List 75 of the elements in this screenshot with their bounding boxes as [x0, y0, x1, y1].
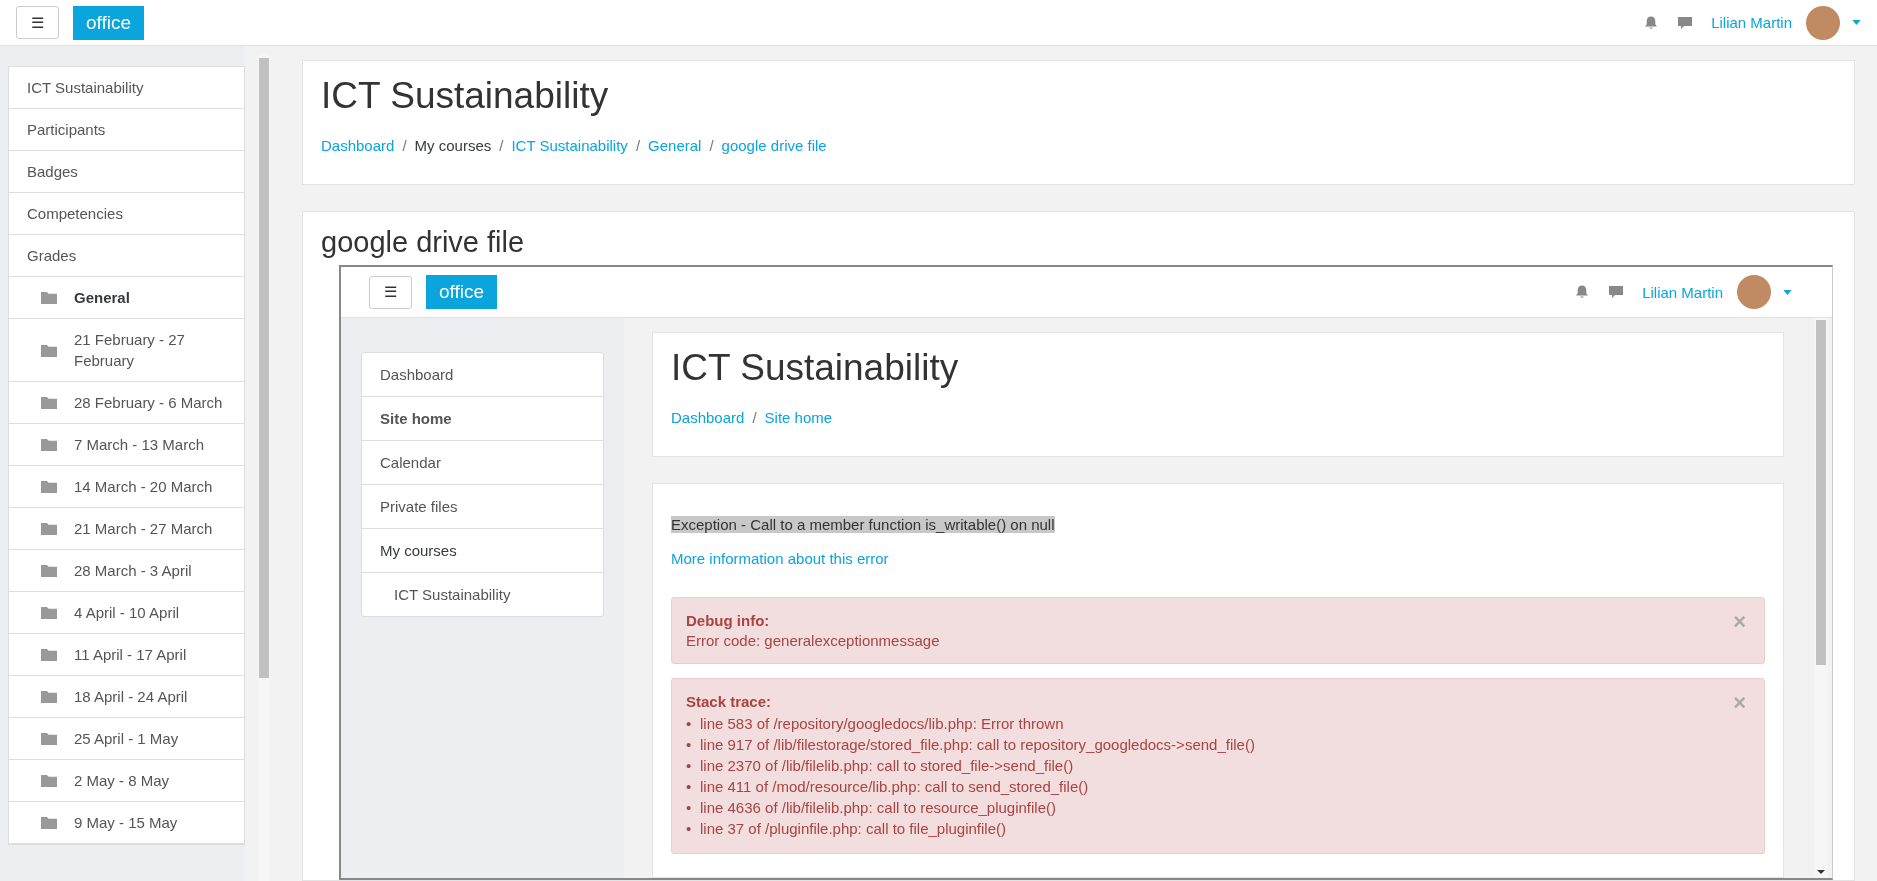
sidebar-item[interactable]: Participants [9, 109, 244, 151]
folder-icon [41, 291, 57, 304]
sidebar-item[interactable]: Dashboard [362, 353, 603, 397]
folder-icon [41, 480, 57, 493]
bell-icon[interactable] [1643, 14, 1660, 31]
chat-icon[interactable] [1677, 14, 1694, 31]
bullet: • [686, 819, 693, 839]
stack-trace-line: line 917 of /lib/filestorage/stored_file.php: call to repository_googledocs->send_file() [700, 736, 1255, 753]
sidebar-item[interactable]: 7 March - 13 March [9, 424, 244, 466]
folder-icon [41, 606, 57, 619]
sidebar-item[interactable]: 21 March - 27 March [9, 508, 244, 550]
caret-icon[interactable] [1783, 289, 1792, 295]
breadcrumb-separator: / [402, 137, 407, 154]
sidebar-item[interactable]: Badges [9, 151, 244, 193]
sidebar-item[interactable]: Calendar [362, 441, 603, 485]
caret-icon[interactable] [1852, 20, 1861, 25]
sidebar-item[interactable]: 4 April - 10 April [9, 592, 244, 634]
breadcrumb-separator: / [499, 137, 504, 154]
breadcrumb-separator: / [709, 137, 714, 154]
breadcrumb-separator: / [635, 137, 641, 154]
page-title: ICT Sustainability [671, 347, 960, 389]
sidebar-item[interactable]: Competencies [9, 193, 244, 235]
bell-icon[interactable] [1574, 284, 1591, 300]
folder-icon [41, 732, 57, 745]
folder-icon [41, 396, 57, 409]
sidebar-item[interactable]: 25 April - 1 May [9, 718, 244, 760]
folder-icon [41, 816, 57, 829]
bullet: • [686, 798, 693, 818]
breadcrumb-text: My courses [414, 137, 492, 154]
folder-icon [41, 690, 57, 703]
avatar[interactable] [1806, 5, 1840, 40]
sidebar-item[interactable]: 21 February - 27 February [9, 319, 244, 382]
activity-title: google drive file [321, 226, 526, 259]
scrollbar[interactable] [1814, 318, 1828, 878]
alert-title: Debug info: [686, 612, 771, 629]
folder-icon [41, 774, 57, 787]
sidebar-item[interactable]: 28 March - 3 April [9, 550, 244, 592]
folder-icon [41, 648, 57, 661]
sidebar-item[interactable]: Private files [362, 485, 603, 529]
bullet: • [686, 777, 693, 797]
bullet: • [686, 714, 693, 734]
folder-icon [41, 564, 57, 577]
sidebar-item[interactable]: 2 May - 8 May [9, 760, 244, 802]
sidebar-item[interactable]: 11 April - 17 April [9, 634, 244, 676]
alert-title: Stack trace: [686, 693, 773, 710]
folder-icon [41, 522, 57, 535]
sidebar-item[interactable]: ICT Sustainability [362, 573, 603, 616]
scroll-down-arrow-icon[interactable] [1817, 870, 1825, 874]
sidebar-item[interactable]: General [9, 277, 244, 319]
avatar[interactable] [1737, 275, 1771, 309]
sidebar-item[interactable]: 28 February - 6 March [9, 382, 244, 424]
bullet: • [686, 735, 693, 755]
sidebar-item[interactable]: ICT Sustainability [9, 67, 244, 109]
bullet: • [686, 756, 693, 776]
sidebar-item[interactable]: 18 April - 24 April [9, 676, 244, 718]
sidebar-item[interactable]: My courses [362, 529, 603, 573]
stack-trace-line: line 4636 of /lib/filelib.php: call to resource_pluginfile() [700, 799, 1057, 816]
sidebar-item[interactable]: Site home [362, 397, 603, 441]
folder-icon [41, 343, 57, 357]
stack-trace-line: line 37 of /pluginfile.php: call to file_pluginfile() [700, 820, 1007, 837]
error-message: Exception - Call to a member function is_writable() on null [671, 516, 1055, 533]
chat-icon[interactable] [1608, 284, 1625, 300]
sidebar-item[interactable]: Grades [9, 235, 244, 277]
menu-button[interactable]: ☰ [16, 6, 59, 39]
alert-text: Error code: generalexceptionmessage [686, 632, 941, 649]
breadcrumb-separator: / [752, 409, 757, 426]
page-title: ICT Sustainability [321, 75, 610, 117]
menu-button[interactable]: ☰ [369, 275, 412, 309]
stack-trace-line: line 411 of /mod/resource/lib.php: call to send_stored_file() [700, 778, 1089, 795]
scrollbar[interactable] [258, 54, 270, 881]
sidebar-item[interactable]: 14 March - 20 March [9, 466, 244, 508]
stack-trace-line: line 2370 of /lib/filelib.php: call to stored_file->send_file() [700, 757, 1074, 774]
sidebar-item[interactable]: 9 May - 15 May [9, 802, 244, 844]
stack-trace-line: line 583 of /repository/googledocs/lib.php: Error thrown [700, 715, 1064, 732]
folder-icon [41, 438, 57, 451]
